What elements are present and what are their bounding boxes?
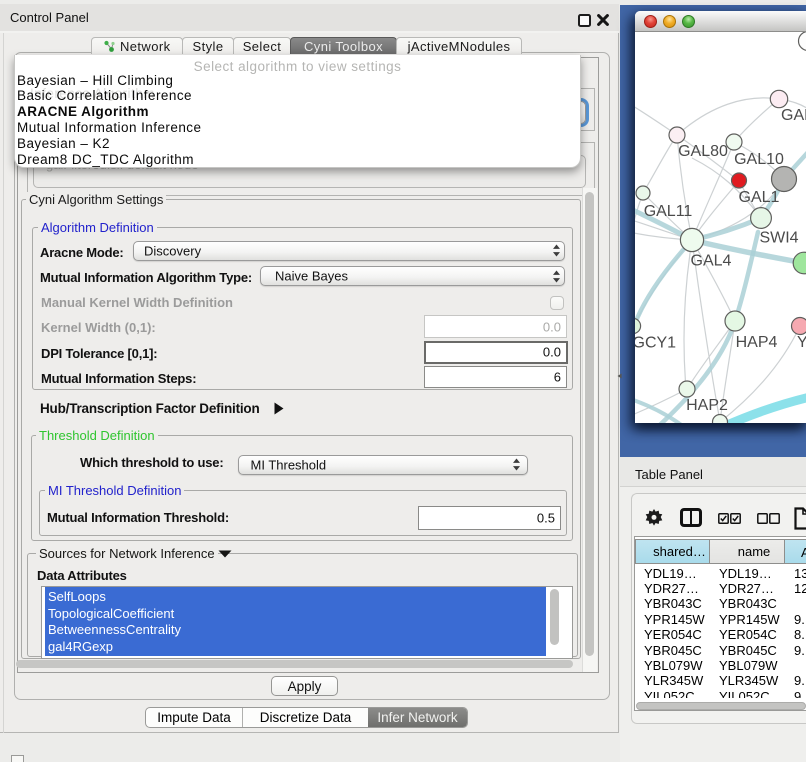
svg-text:HAP2: HAP2 (686, 397, 728, 414)
svg-text:GAL11: GAL11 (644, 203, 693, 220)
svg-text:GAL1: GAL1 (739, 189, 780, 206)
svg-text:HAP4: HAP4 (736, 334, 778, 351)
svg-text:GAL80: GAL80 (678, 143, 728, 160)
svg-text:GAL4: GAL4 (691, 253, 732, 270)
svg-text:YEL0: YEL0 (797, 334, 806, 351)
svg-text:GAL10: GAL10 (734, 151, 784, 168)
svg-text:GAL2: GAL2 (781, 107, 806, 124)
svg-text:GCY1: GCY1 (635, 335, 676, 352)
svg-text:SWI4: SWI4 (759, 230, 798, 247)
